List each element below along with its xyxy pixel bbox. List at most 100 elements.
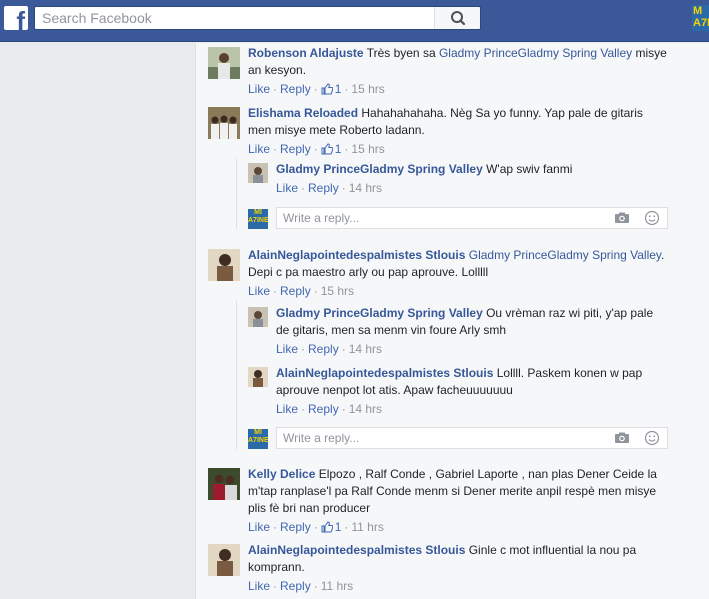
comment-actions: Like · Reply · 1 · 15 hrs: [248, 141, 668, 157]
like-link[interactable]: Like: [276, 181, 298, 195]
like-count[interactable]: 1: [321, 520, 341, 534]
emoji-icon[interactable]: [644, 430, 660, 446]
avatar[interactable]: [248, 307, 268, 327]
write-reply-input[interactable]: [276, 427, 668, 449]
reply-body: Gladmy PrinceGladmy Spring Valley Ou vrè…: [276, 305, 668, 357]
emoji-icon[interactable]: [644, 210, 660, 226]
comment-author[interactable]: Kelly Delice: [248, 467, 315, 481]
timestamp[interactable]: 11 hrs: [321, 579, 353, 593]
comment-actions: Like · Reply · 1 · 11 hrs: [248, 519, 668, 535]
comment: AlainNeglapointedespalmistes Stlouis Gin…: [208, 542, 668, 598]
profile-avatar[interactable]: M A7IN: [692, 5, 709, 31]
timestamp[interactable]: 14 hrs: [349, 181, 382, 195]
comment-actions: Like · Reply · 1 · 15 hrs: [248, 81, 668, 97]
reply-author[interactable]: AlainNeglapointedespalmistes Stlouis: [276, 366, 493, 380]
separator: ·: [341, 402, 346, 416]
my-avatar: MI A7INE: [248, 429, 268, 449]
search-input[interactable]: [35, 7, 435, 29]
avatar[interactable]: [208, 107, 240, 139]
like-link[interactable]: Like: [248, 142, 270, 156]
comment-body: AlainNeglapointedespalmistes Stlouis Gla…: [248, 247, 668, 299]
like-link[interactable]: Like: [276, 402, 298, 416]
comment-text: Très byen sa: [363, 46, 439, 60]
like-count[interactable]: 1: [321, 82, 341, 96]
comment-author[interactable]: Elishama Reloaded: [248, 106, 358, 120]
comment-author[interactable]: AlainNeglapointedespalmistes Stlouis: [248, 543, 465, 557]
reply-link[interactable]: Reply: [308, 181, 339, 195]
separator: ·: [313, 142, 318, 156]
reply-link[interactable]: Reply: [280, 520, 311, 534]
separator: ·: [301, 181, 306, 195]
reply-body: Gladmy PrinceGladmy Spring Valley W'ap s…: [276, 161, 668, 196]
separator: ·: [301, 342, 306, 356]
timestamp[interactable]: 15 hrs: [351, 82, 384, 96]
separator: ·: [313, 520, 318, 534]
top-bar: f M A7IN: [0, 0, 709, 42]
search-button[interactable]: [434, 7, 480, 29]
separator: ·: [313, 579, 318, 593]
avatar[interactable]: [208, 544, 240, 576]
my-avatar: MI A7INE: [248, 209, 268, 229]
reply-actions: Like · Reply · 14 hrs: [276, 341, 668, 357]
avatar[interactable]: [248, 163, 268, 183]
write-reply-input[interactable]: [276, 207, 668, 229]
separator: ·: [273, 82, 278, 96]
reply-link[interactable]: Reply: [280, 284, 311, 298]
comment-body: Elishama Reloaded Hahahahahaha. Nèg Sa y…: [248, 105, 668, 157]
like-count[interactable]: 1: [321, 142, 341, 156]
reply: Gladmy PrinceGladmy Spring Valley W'ap s…: [248, 161, 668, 203]
timestamp[interactable]: 11 hrs: [351, 520, 383, 534]
reply-actions: Like · Reply · 14 hrs: [276, 401, 668, 417]
separator: ·: [273, 579, 278, 593]
separator: ·: [313, 82, 318, 96]
comment-actions: Like · Reply · 15 hrs: [248, 283, 668, 299]
comment-mention[interactable]: Gladmy PrinceGladmy Spring Valley: [439, 46, 632, 60]
like-link[interactable]: Like: [248, 284, 270, 298]
separator: ·: [341, 181, 346, 195]
like-link[interactable]: Like: [248, 579, 270, 593]
reply-author[interactable]: Gladmy PrinceGladmy Spring Valley: [276, 306, 483, 320]
separator: ·: [344, 520, 349, 534]
timestamp[interactable]: 15 hrs: [351, 142, 384, 156]
reply-link[interactable]: Reply: [280, 82, 311, 96]
avatar[interactable]: [208, 47, 240, 79]
comments-feed: Robenson Aldajuste Très byen sa Gladmy P…: [195, 43, 709, 599]
camera-icon[interactable]: [614, 432, 630, 444]
separator: ·: [313, 284, 318, 298]
reply-thread-line: [236, 159, 237, 229]
avatar[interactable]: [248, 367, 268, 387]
facebook-logo-icon[interactable]: f: [4, 6, 28, 30]
reply-text: W'ap swiv fanmi: [482, 162, 573, 176]
timestamp[interactable]: 14 hrs: [349, 342, 382, 356]
avatar[interactable]: [208, 249, 240, 281]
comment: Robenson Aldajuste Très byen sa Gladmy P…: [208, 45, 668, 99]
comment-author[interactable]: AlainNeglapointedespalmistes Stlouis: [248, 248, 465, 262]
comment-body: AlainNeglapointedespalmistes Stlouis Gin…: [248, 542, 668, 594]
timestamp[interactable]: 15 hrs: [321, 284, 354, 298]
like-link[interactable]: Like: [276, 342, 298, 356]
like-link[interactable]: Like: [248, 520, 270, 534]
comment-actions: Like · Reply · 11 hrs: [248, 578, 668, 594]
reply-thread-line: [236, 301, 237, 449]
reply-link[interactable]: Reply: [280, 142, 311, 156]
reply-author[interactable]: Gladmy PrinceGladmy Spring Valley: [276, 162, 483, 176]
timestamp[interactable]: 14 hrs: [349, 402, 382, 416]
comment-author[interactable]: Robenson Aldajuste: [248, 46, 364, 60]
separator: ·: [344, 82, 349, 96]
reply: Gladmy PrinceGladmy Spring Valley Ou vrè…: [248, 305, 668, 359]
separator: ·: [301, 402, 306, 416]
reply-body: AlainNeglapointedespalmistes Stlouis Lol…: [276, 365, 668, 417]
reply-link[interactable]: Reply: [308, 342, 339, 356]
write-reply-box: MI A7INE: [248, 207, 668, 231]
reply-link[interactable]: Reply: [308, 402, 339, 416]
comment-body: Kelly Delice Elpozo , Ralf Conde , Gabri…: [248, 466, 668, 535]
reply-link[interactable]: Reply: [280, 579, 311, 593]
comment-body: Robenson Aldajuste Très byen sa Gladmy P…: [248, 45, 668, 97]
camera-icon[interactable]: [614, 212, 630, 224]
search-icon: [451, 11, 466, 26]
reply: AlainNeglapointedespalmistes Stlouis Lol…: [248, 365, 668, 419]
like-link[interactable]: Like: [248, 82, 270, 96]
comment-mention[interactable]: Gladmy PrinceGladmy Spring Valley: [469, 248, 661, 262]
left-gutter: [0, 43, 195, 599]
avatar[interactable]: [208, 468, 240, 500]
